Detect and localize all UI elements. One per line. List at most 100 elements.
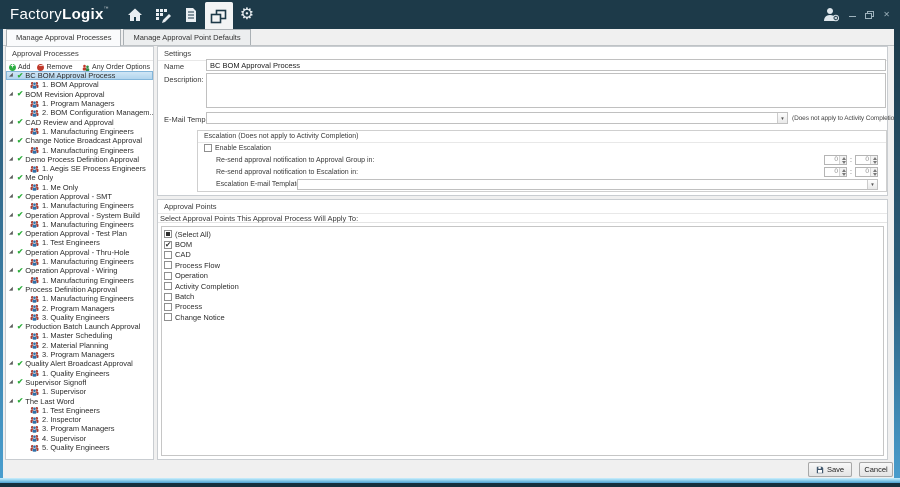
checkbox-icon[interactable] — [164, 261, 172, 269]
hours-spinner[interactable]: 0 — [824, 167, 847, 177]
chevron-down-icon[interactable]: ▼ — [777, 113, 787, 123]
expand-arrow-icon[interactable]: ◢ — [9, 92, 15, 97]
tree-item-approval-group[interactable]: 1. Master Scheduling — [6, 331, 153, 340]
tree-item-process[interactable]: ◢✔CAD Review and Approval — [6, 117, 153, 126]
approval-point-row[interactable]: Batch — [164, 291, 881, 301]
checkbox-icon[interactable] — [164, 293, 172, 301]
tree-item-process[interactable]: ◢✔The Last Word — [6, 396, 153, 405]
approval-point-row[interactable]: Process — [164, 302, 881, 312]
tree-item-approval-group[interactable]: 1. Program Managers — [6, 99, 153, 108]
home-icon[interactable] — [121, 0, 149, 29]
tree-item-process[interactable]: ◢✔Supervisor Signoff — [6, 378, 153, 387]
tab-manage-approval-point-defaults[interactable]: Manage Approval Point Defaults — [123, 29, 250, 45]
save-button[interactable]: Save — [808, 462, 852, 477]
tree-item-process[interactable]: ◢✔Production Batch Launch Approval — [6, 322, 153, 331]
approval-point-row[interactable]: Operation — [164, 271, 881, 281]
add-button[interactable]: +Add — [9, 64, 30, 71]
checkbox-icon[interactable] — [164, 282, 172, 290]
checkbox-icon[interactable] — [164, 251, 172, 259]
checkbox-icon[interactable] — [164, 303, 172, 311]
expand-arrow-icon[interactable]: ◢ — [9, 157, 15, 162]
tree-item-approval-group[interactable]: 2. Program Managers — [6, 303, 153, 312]
tree-item-process[interactable]: ◢✔BOM Revision Approval — [6, 90, 153, 99]
remove-button[interactable]: −Remove — [37, 64, 72, 71]
approval-point-row[interactable]: Change Notice — [164, 312, 881, 322]
minutes-spinner[interactable]: 0 — [855, 167, 878, 177]
tree-item-process[interactable]: ◢✔Operation Approval - SMT — [6, 192, 153, 201]
tree-item-approval-group[interactable]: 1. Aegis SE Process Engineers — [6, 164, 153, 173]
expand-arrow-icon[interactable]: ◢ — [9, 268, 15, 273]
tree-item-approval-group[interactable]: 2. Inspector — [6, 415, 153, 424]
tree-item-approval-group[interactable]: 5. Quality Engineers — [6, 443, 153, 452]
expand-arrow-icon[interactable]: ◢ — [9, 213, 15, 218]
email-template-select[interactable]: ▼ — [206, 112, 788, 124]
expand-arrow-icon[interactable]: ◢ — [9, 175, 15, 180]
tree-item-process[interactable]: ◢✔Operation Approval - Wiring — [6, 266, 153, 275]
tree-item-approval-group[interactable]: 4. Supervisor — [6, 434, 153, 443]
tree-item-approval-group[interactable]: 3. Program Managers — [6, 424, 153, 433]
expand-arrow-icon[interactable]: ◢ — [9, 73, 15, 78]
restore-button[interactable] — [865, 11, 874, 19]
hours-spinner[interactable]: 0 — [824, 155, 847, 165]
name-input[interactable] — [206, 59, 886, 71]
checkbox-icon[interactable] — [164, 230, 172, 238]
expand-arrow-icon[interactable]: ◢ — [9, 250, 15, 255]
enable-escalation-checkbox[interactable]: Enable Escalation — [204, 144, 271, 152]
expand-arrow-icon[interactable]: ◢ — [9, 287, 15, 292]
tree-item-approval-group[interactable]: 1. Manufacturing Engineers — [6, 276, 153, 285]
tab-manage-approval-processes[interactable]: Manage Approval Processes — [6, 29, 121, 46]
tree-item-process[interactable]: ◢✔Operation Approval - Test Plan — [6, 229, 153, 238]
expand-arrow-icon[interactable]: ◢ — [9, 231, 15, 236]
tree-item-process[interactable]: ◢✔Change Notice Broadcast Approval — [6, 136, 153, 145]
tree-item-approval-group[interactable]: 1. Manufacturing Engineers — [6, 127, 153, 136]
tree-item-process[interactable]: ◢✔Process Definition Approval — [6, 285, 153, 294]
approval-point-row[interactable]: CAD — [164, 250, 881, 260]
checkbox-icon[interactable] — [164, 313, 172, 321]
tree-item-approval-group[interactable]: 1. Manufacturing Engineers — [6, 145, 153, 154]
escalation-email-template-select[interactable]: ▼ — [297, 179, 878, 190]
tree-item-approval-group[interactable]: 1. Me Only — [6, 183, 153, 192]
tree-item-process[interactable]: ◢✔Operation Approval - System Build — [6, 210, 153, 219]
library-icon[interactable] — [177, 0, 205, 29]
expand-arrow-icon[interactable]: ◢ — [9, 361, 15, 366]
planning-icon[interactable] — [149, 0, 177, 29]
approval-point-row[interactable]: Activity Completion — [164, 281, 881, 291]
tree-item-approval-group[interactable]: 1. Test Engineers — [6, 406, 153, 415]
approval-point-row[interactable]: (Select All) — [164, 229, 881, 239]
tree-item-process[interactable]: ◢✔Quality Alert Broadcast Approval — [6, 359, 153, 368]
description-input[interactable] — [206, 73, 886, 108]
expand-arrow-icon[interactable]: ◢ — [9, 120, 15, 125]
spin-down-icon[interactable] — [871, 172, 877, 176]
expand-arrow-icon[interactable]: ◢ — [9, 324, 15, 329]
tree-item-approval-group[interactable]: 1. Manufacturing Engineers — [6, 257, 153, 266]
chevron-down-icon[interactable]: ▼ — [867, 180, 877, 189]
expand-arrow-icon[interactable]: ◢ — [9, 194, 15, 199]
tree-item-approval-group[interactable]: 1. Supervisor — [6, 387, 153, 396]
expand-arrow-icon[interactable]: ◢ — [9, 399, 15, 404]
approval-point-row[interactable]: Process Flow — [164, 260, 881, 270]
tree-item-process[interactable]: ◢✔Me Only — [6, 173, 153, 182]
minutes-spinner[interactable]: 0 — [855, 155, 878, 165]
cancel-button[interactable]: Cancel — [859, 462, 893, 477]
expand-arrow-icon[interactable]: ◢ — [9, 138, 15, 143]
expand-arrow-icon[interactable]: ◢ — [9, 380, 15, 385]
tree-item-approval-group[interactable]: 3. Quality Engineers — [6, 313, 153, 322]
tree-item-approval-group[interactable]: 2. Material Planning — [6, 341, 153, 350]
tree-item-approval-group[interactable]: 1. Quality Engineers — [6, 369, 153, 378]
checkbox-icon[interactable] — [164, 272, 172, 280]
spin-down-icon[interactable] — [840, 172, 846, 176]
tree-item-approval-group[interactable]: 1. Manufacturing Engineers — [6, 220, 153, 229]
close-button[interactable]: ✕ — [883, 11, 890, 19]
user-icon[interactable] — [823, 7, 840, 22]
checkbox-icon[interactable] — [164, 241, 172, 249]
windows-icon[interactable] — [205, 2, 233, 29]
tree-item-approval-group[interactable]: 1. BOM Approval — [6, 80, 153, 89]
tree-item-process[interactable]: ◢✔BC BOM Approval Process — [6, 71, 153, 80]
tree-item-approval-group[interactable]: 1. Manufacturing Engineers — [6, 201, 153, 210]
tree-item-process[interactable]: ◢✔Operation Approval - Thru-Hole — [6, 248, 153, 257]
approval-point-row[interactable]: BOM — [164, 239, 881, 249]
tree-item-approval-group[interactable]: 3. Program Managers — [6, 350, 153, 359]
spin-down-icon[interactable] — [871, 160, 877, 164]
minimize-button[interactable] — [849, 12, 856, 17]
settings-gear-icon[interactable]: ⚙ — [233, 0, 261, 29]
